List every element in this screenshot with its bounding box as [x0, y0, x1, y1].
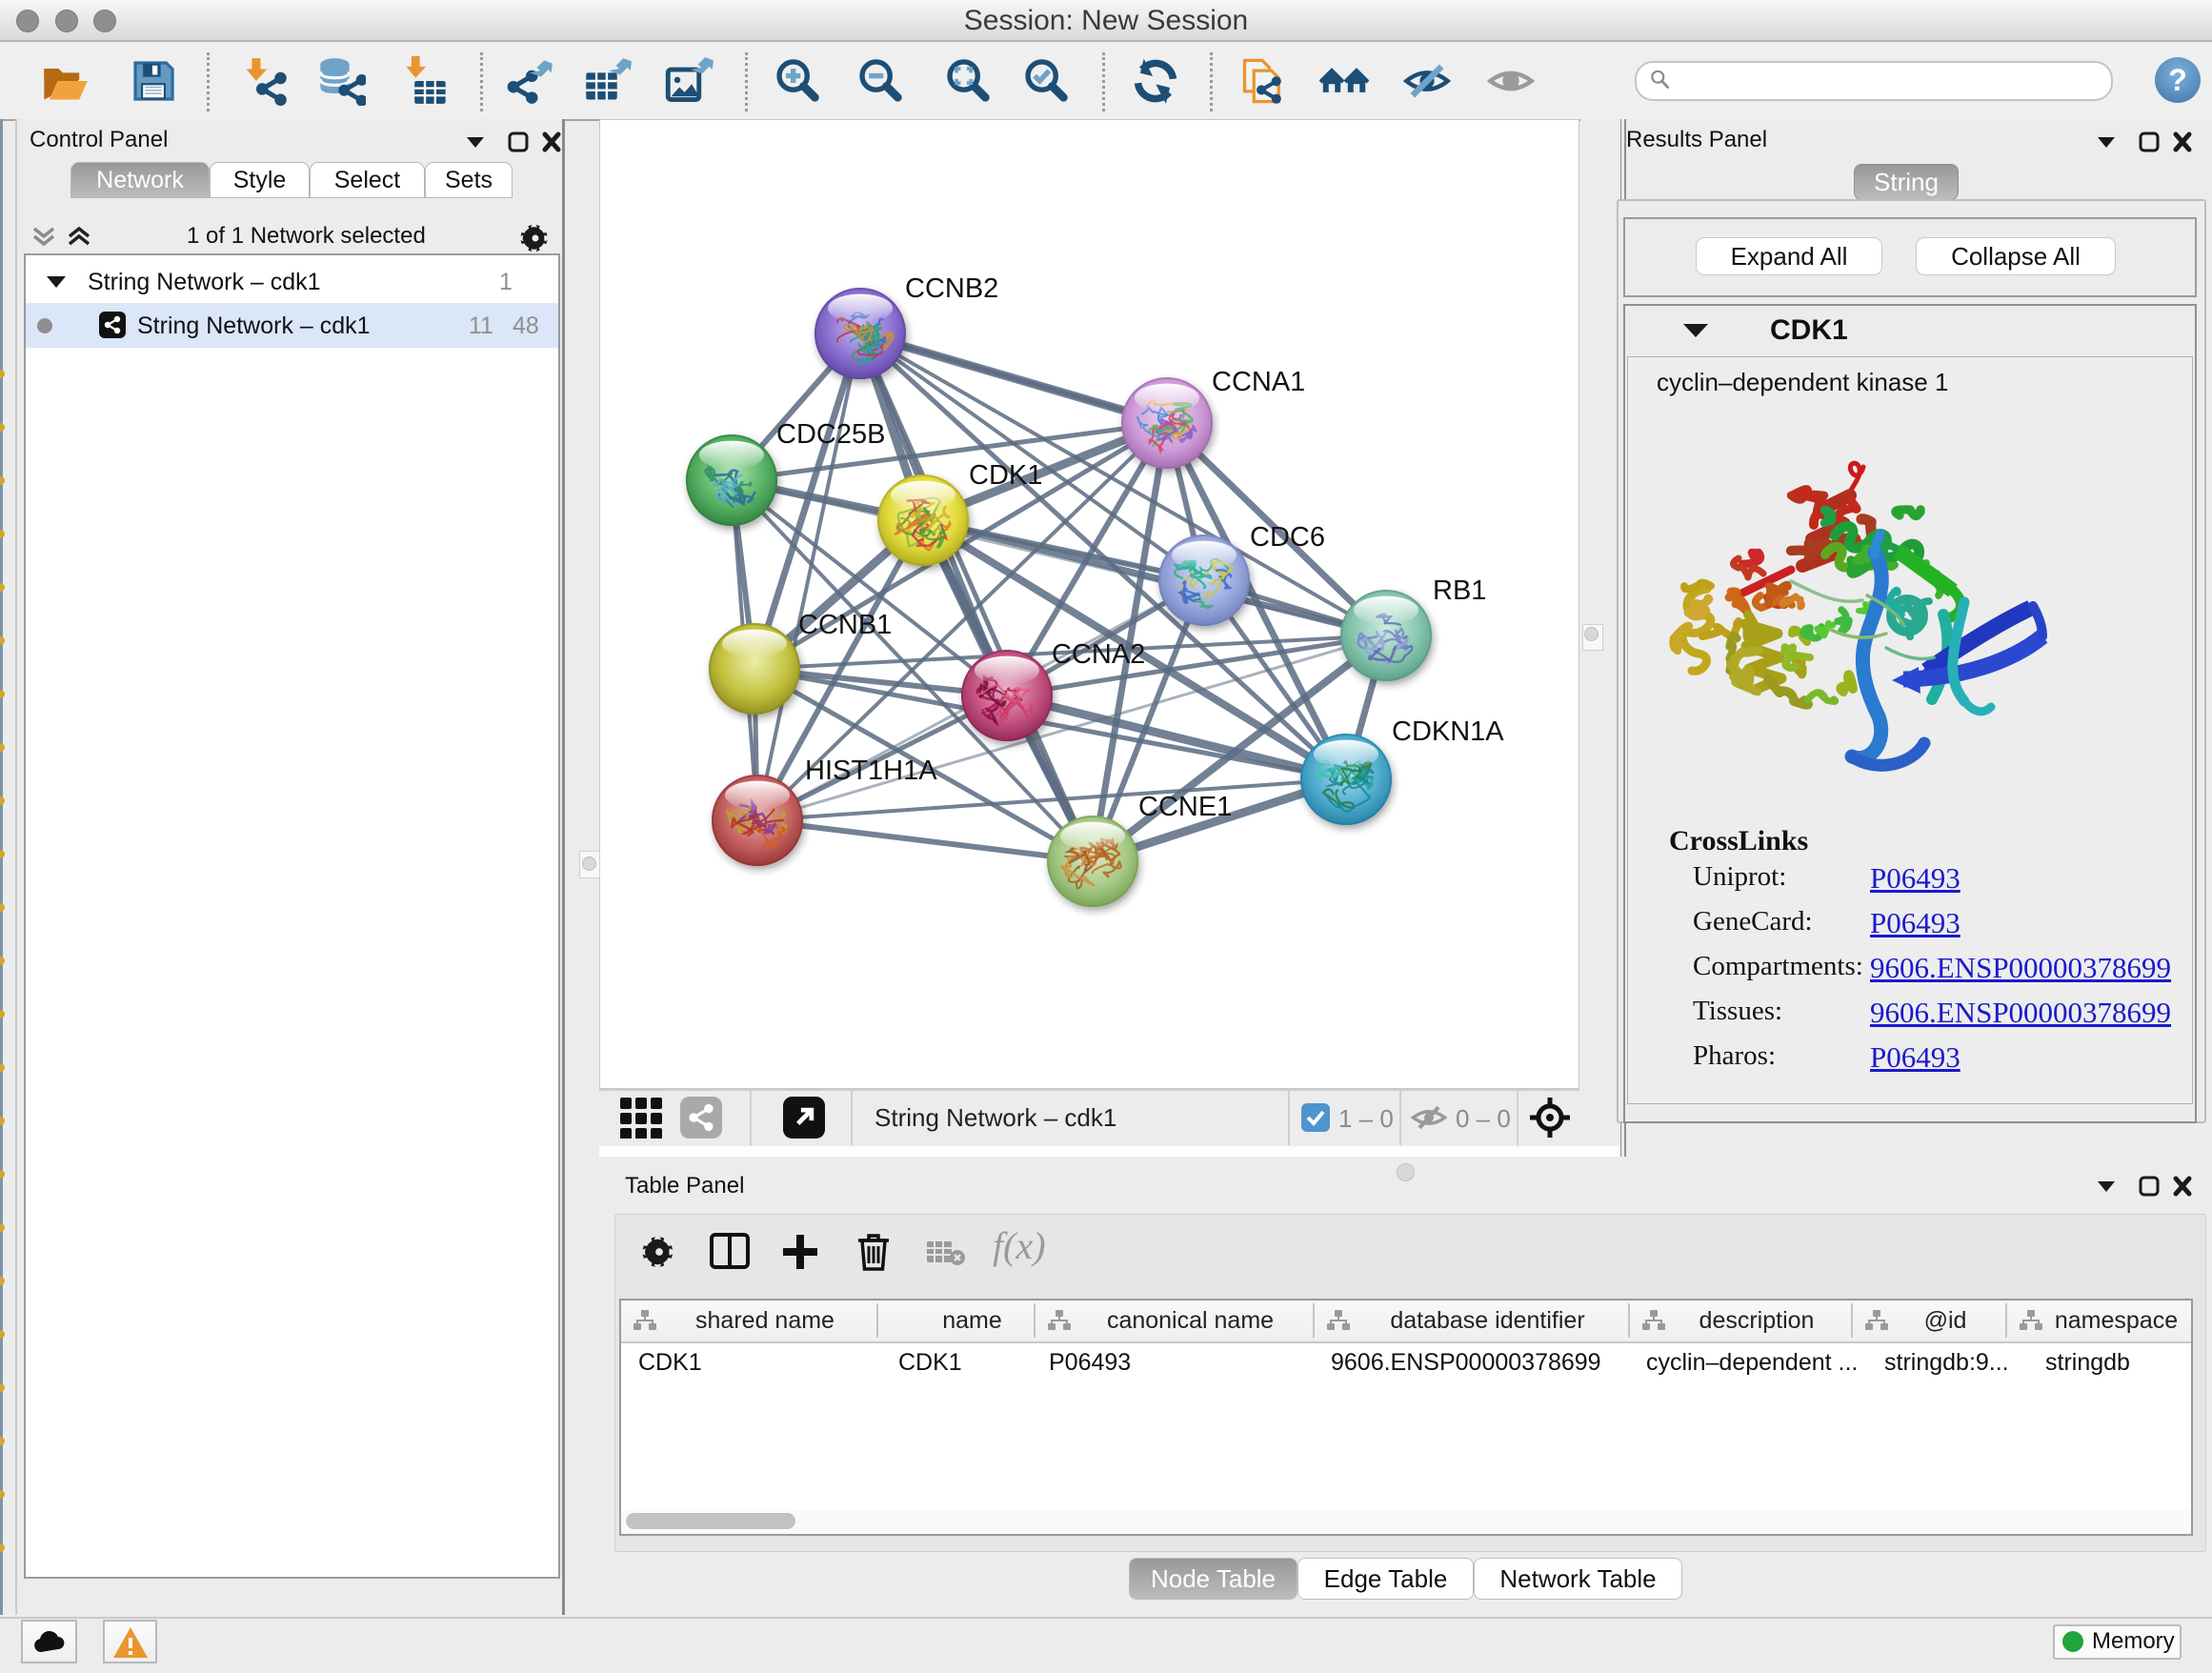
svg-text:CDC6: CDC6 [1250, 522, 1325, 553]
svg-text:CDK1: CDK1 [969, 460, 1042, 491]
svg-text:RB1: RB1 [1433, 575, 1486, 606]
svg-text:CDKN1A: CDKN1A [1392, 716, 1504, 747]
svg-text:CCNA2: CCNA2 [1052, 639, 1145, 670]
svg-text:CDC25B: CDC25B [776, 419, 885, 450]
svg-text:CCNE1: CCNE1 [1138, 792, 1232, 822]
svg-text:CCNB2: CCNB2 [905, 273, 998, 304]
svg-text:CCNB1: CCNB1 [798, 610, 892, 640]
svg-text:CCNA1: CCNA1 [1212, 367, 1305, 397]
svg-text:HIST1H1A: HIST1H1A [805, 756, 937, 786]
